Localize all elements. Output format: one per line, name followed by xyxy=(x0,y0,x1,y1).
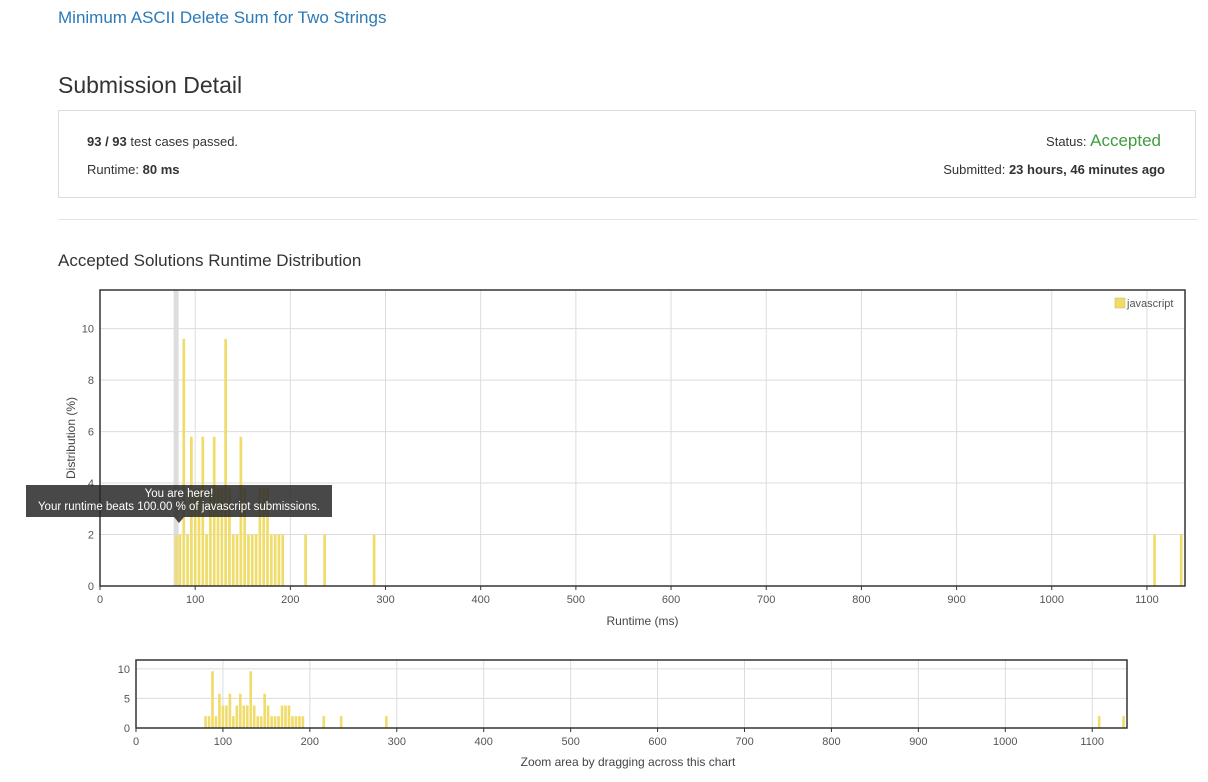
y-tick-label: 0 xyxy=(124,723,130,735)
distribution-bar[interactable] xyxy=(250,534,254,586)
distribution-bar[interactable] xyxy=(277,716,280,728)
x-tick-label: 700 xyxy=(735,736,753,748)
x-tick-label: 100 xyxy=(214,736,232,748)
distribution-bar[interactable] xyxy=(323,534,326,586)
zoom-navigator-chart[interactable]: 0 100 200 300 400 500 600 700 800 900 1000 1100 0 5 10 xyxy=(118,659,1128,748)
legend-label: javascript xyxy=(1126,298,1173,310)
distribution-bar[interactable] xyxy=(1097,716,1101,728)
distribution-bar[interactable] xyxy=(284,705,287,728)
tooltip-line-2: Your runtime beats 100.00 % of javascrip… xyxy=(37,501,321,513)
distribution-bar[interactable] xyxy=(266,705,270,728)
tooltip-line-1: You are here! xyxy=(144,488,214,500)
distribution-bar[interactable] xyxy=(204,716,207,728)
x-tick-label: 200 xyxy=(301,736,319,748)
distribution-bar[interactable] xyxy=(242,705,246,728)
distribution-bar[interactable] xyxy=(235,534,239,586)
main-chart: 0100200300400500600700800900100011000246… xyxy=(64,289,1186,628)
distribution-bar[interactable] xyxy=(273,534,277,586)
x-tick-label: 800 xyxy=(822,736,840,748)
x-tick-label: 500 xyxy=(567,594,585,606)
distribution-bar[interactable] xyxy=(225,705,228,728)
distribution-bar[interactable] xyxy=(207,716,211,728)
legend[interactable]: javascript xyxy=(1114,297,1173,310)
distribution-bar[interactable] xyxy=(214,716,218,728)
distribution-bar[interactable] xyxy=(235,705,239,728)
x-tick-label: 300 xyxy=(388,736,406,748)
zoom-hint-text: Zoom area by dragging across this chart xyxy=(521,755,736,769)
distribution-bar[interactable] xyxy=(252,705,256,728)
distribution-bar[interactable] xyxy=(1122,716,1125,728)
y-tick-label: 8 xyxy=(88,375,94,387)
distribution-bar[interactable] xyxy=(205,534,208,586)
x-tick-label: 500 xyxy=(561,736,579,748)
distribution-bar[interactable] xyxy=(263,693,266,728)
x-tick-label: 1100 xyxy=(1135,594,1159,606)
x-tick-label: 100 xyxy=(186,594,204,606)
y-tick-label: 5 xyxy=(124,693,130,705)
distribution-bar[interactable] xyxy=(372,534,376,586)
distribution-bar[interactable] xyxy=(218,693,221,728)
x-tick-label: 1000 xyxy=(1040,594,1064,606)
distribution-bar[interactable] xyxy=(186,534,189,586)
y-tick-label: 2 xyxy=(88,530,94,542)
y-tick-label: 10 xyxy=(118,664,130,676)
distribution-bar[interactable] xyxy=(277,534,281,586)
y-tick-label: 10 xyxy=(82,324,94,336)
distribution-bar[interactable] xyxy=(280,705,284,728)
x-tick-label: 300 xyxy=(376,594,394,606)
x-tick-label: 200 xyxy=(281,594,299,606)
distribution-bar[interactable] xyxy=(322,716,326,728)
distribution-bar[interactable] xyxy=(291,716,294,728)
distribution-bar[interactable] xyxy=(259,716,263,728)
distribution-bar[interactable] xyxy=(221,705,225,728)
distribution-bar[interactable] xyxy=(1153,534,1156,586)
runtime-distribution-chart[interactable]: 0100200300400500600700800900100011000246… xyxy=(0,0,1208,782)
y-axis-label: Distribution (%) xyxy=(64,397,78,479)
x-tick-label: 600 xyxy=(662,594,680,606)
distribution-bar[interactable] xyxy=(239,693,242,728)
tooltip-arrow xyxy=(174,517,184,523)
distribution-bar[interactable] xyxy=(245,705,249,728)
distribution-bar[interactable] xyxy=(270,716,273,728)
x-tick-label: 1000 xyxy=(993,736,1017,748)
distribution-bar[interactable] xyxy=(232,716,235,728)
x-axis-label: Runtime (ms) xyxy=(606,614,678,628)
distribution-bar[interactable] xyxy=(281,534,285,586)
x-tick-label: 0 xyxy=(133,736,139,748)
x-tick-label: 600 xyxy=(648,736,666,748)
x-tick-label: 400 xyxy=(475,736,493,748)
x-tick-label: 900 xyxy=(909,736,927,748)
distribution-bar[interactable] xyxy=(174,534,178,586)
you-are-here-tooltip: You are here! Your runtime beats 100.00 … xyxy=(26,485,332,517)
distribution-bar[interactable] xyxy=(1179,534,1183,586)
distribution-bar[interactable] xyxy=(273,716,277,728)
x-tick-label: 1100 xyxy=(1080,736,1104,748)
x-tick-label: 400 xyxy=(472,594,490,606)
distribution-bar[interactable] xyxy=(269,534,273,586)
distribution-bar[interactable] xyxy=(254,534,258,586)
y-tick-label: 0 xyxy=(88,581,94,593)
distribution-bar[interactable] xyxy=(256,716,260,728)
distribution-bar[interactable] xyxy=(301,716,305,728)
distribution-bar[interactable] xyxy=(182,338,186,586)
distribution-bar[interactable] xyxy=(249,671,253,728)
distribution-bar[interactable] xyxy=(294,716,298,728)
x-tick-label: 0 xyxy=(97,594,103,606)
distribution-bar[interactable] xyxy=(287,705,291,728)
distribution-bar[interactable] xyxy=(228,693,232,728)
x-tick-label: 800 xyxy=(852,594,870,606)
distribution-bar[interactable] xyxy=(304,534,307,586)
x-tick-label: 700 xyxy=(757,594,775,606)
distribution-bar[interactable] xyxy=(231,534,235,586)
x-tick-label: 900 xyxy=(947,594,965,606)
distribution-bar[interactable] xyxy=(298,716,301,728)
y-tick-label: 6 xyxy=(88,427,94,439)
distribution-bar[interactable] xyxy=(339,716,343,728)
legend-swatch xyxy=(1114,297,1126,309)
distribution-bar[interactable] xyxy=(385,716,388,728)
distribution-bar[interactable] xyxy=(211,671,214,728)
distribution-bar[interactable] xyxy=(247,534,250,586)
distribution-bar[interactable] xyxy=(178,534,182,586)
distribution-bar[interactable] xyxy=(224,338,227,586)
